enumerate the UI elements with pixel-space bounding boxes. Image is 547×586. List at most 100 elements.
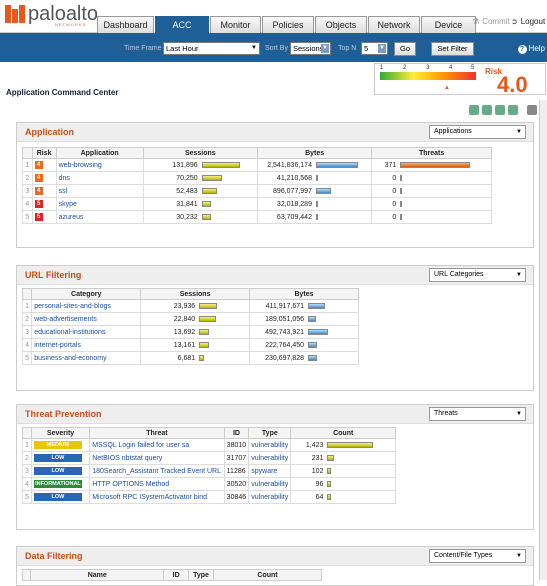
risk-pointer-icon: ▲: [444, 85, 450, 91]
column-header[interactable]: Category: [31, 288, 142, 300]
threat-link[interactable]: Microsoft RPC ISystemActivator bind: [89, 490, 225, 504]
value-cell: 23,936: [140, 299, 251, 313]
category-link[interactable]: educational-institutions: [31, 325, 142, 339]
threats-select[interactable]: Threats ▼: [429, 407, 526, 421]
top-n-select[interactable]: 5 ▼: [361, 42, 388, 55]
tab-policies[interactable]: Policies: [262, 16, 314, 33]
chevron-down-icon: ▼: [516, 553, 522, 559]
column-header[interactable]: Severity: [30, 427, 91, 439]
value-cell: 13,161: [140, 338, 251, 352]
panel-header: Threat Prevention Threats ▼: [17, 405, 533, 424]
value-text: 0: [392, 213, 397, 221]
column-header[interactable]: Risk: [31, 147, 57, 159]
column-header[interactable]: Type: [248, 427, 292, 439]
severity-badge: LOW: [33, 454, 82, 462]
column-header[interactable]: Sessions: [140, 288, 251, 300]
value-text: 31,841: [176, 200, 198, 208]
category-link[interactable]: web-advertisements: [31, 312, 142, 326]
tab-device[interactable]: Device: [421, 16, 476, 33]
column-header[interactable]: Threats: [371, 147, 492, 159]
column-header[interactable]: ID: [163, 569, 190, 581]
application-link[interactable]: azureus: [55, 210, 144, 224]
value-bar: [201, 161, 240, 168]
sort-by-select[interactable]: Sessions ▼: [290, 42, 331, 55]
logo-text: paloalto: [28, 3, 99, 25]
page-title: Application Command Center: [6, 88, 119, 97]
risk-icon: 4: [34, 174, 43, 182]
help-button[interactable]: ? Help: [517, 44, 545, 54]
table-row: 3 educational-institutions 13,692 492,743,9…: [21, 325, 359, 339]
table-row: 2 LOW NetBIOS nbtstat query 31707 vulnerabil…: [22, 451, 396, 465]
threat-link[interactable]: HTTP OPTIONS Method: [89, 477, 225, 491]
select-value: Applications: [434, 128, 472, 135]
column-header[interactable]: Sessions: [142, 147, 258, 159]
threats-cell: 371: [371, 158, 492, 172]
set-filter-button[interactable]: Set Filter: [431, 42, 474, 56]
value-text: 70,250: [176, 174, 198, 182]
tab-acc[interactable]: ACC: [155, 16, 209, 33]
row-number: 4: [21, 338, 33, 352]
application-link[interactable]: skype: [55, 197, 144, 211]
tab-dashboard[interactable]: Dashboard: [97, 16, 154, 33]
threat-link[interactable]: NetBIOS nbtstat query: [89, 451, 225, 465]
risk-icon: 5: [34, 200, 43, 208]
column-header[interactable]: Bytes: [249, 288, 359, 300]
application-link[interactable]: ssl: [55, 184, 144, 198]
tab-objects[interactable]: Objects: [315, 16, 367, 33]
risk-cell: 4: [31, 171, 57, 185]
column-header[interactable]: Count: [290, 427, 396, 439]
threat-type-link[interactable]: vulnerability: [248, 438, 292, 452]
threat-type-link[interactable]: vulnerability: [248, 490, 292, 504]
top-n-value: 5: [364, 44, 369, 53]
chevron-down-icon: ▼: [516, 411, 522, 417]
tab-monitor[interactable]: Monitor: [210, 16, 261, 33]
category-link[interactable]: internet-portals: [31, 338, 142, 352]
vertical-scrollbar[interactable]: [539, 100, 547, 580]
column-header[interactable]: Count: [212, 569, 323, 581]
report-icon[interactable]: [495, 105, 505, 115]
content-file-types-select[interactable]: Content/File Types ▼: [429, 549, 526, 563]
column-header[interactable]: Name: [30, 569, 165, 581]
threat-type-link[interactable]: vulnerability: [248, 477, 292, 491]
export-icon[interactable]: [482, 105, 492, 115]
header-row: Category Sessions Bytes: [21, 288, 359, 300]
risk-tick: 2: [403, 65, 407, 71]
column-header[interactable]: ID: [223, 427, 250, 439]
threat-type-link[interactable]: spyware: [248, 464, 292, 478]
time-frame-select[interactable]: Last Hour ▼: [163, 42, 260, 55]
row-number: 2: [22, 451, 32, 465]
threat-type-link[interactable]: vulnerability: [248, 451, 292, 465]
value-bar: [199, 341, 210, 348]
threat-link[interactable]: MSSQL Login failed for user sa: [89, 438, 225, 452]
column-header[interactable]: Threat: [89, 427, 225, 439]
report-icon[interactable]: [508, 105, 518, 115]
column-header[interactable]: Bytes: [256, 147, 373, 159]
value-text: 22,840: [173, 315, 196, 323]
refresh-icon[interactable]: [469, 105, 479, 115]
logout-button[interactable]: ➲ Logout: [511, 17, 545, 26]
go-button[interactable]: Go: [394, 42, 416, 56]
application-link[interactable]: dns: [55, 171, 144, 185]
severity-cell: MEDIUM: [30, 438, 91, 452]
row-number: 1: [22, 438, 32, 452]
value-text: 6,681: [177, 354, 196, 362]
application-link[interactable]: web-browsing: [55, 158, 144, 172]
category-link[interactable]: business-and-economy: [31, 351, 142, 365]
commit-button[interactable]: ⚗ Commit: [472, 17, 510, 26]
row-number: 2: [21, 312, 33, 326]
url-categories-select[interactable]: URL Categories ▼: [429, 268, 526, 282]
applications-select[interactable]: Applications ▼: [429, 125, 526, 139]
value-cell: 6,681: [140, 351, 251, 365]
count-cell: 1,423: [290, 438, 396, 452]
severity-badge: LOW: [33, 467, 82, 475]
tab-network[interactable]: Network: [368, 16, 420, 33]
value-cell: 30,232: [142, 210, 258, 224]
risk-cell: 4: [31, 184, 57, 198]
value-bar: [199, 315, 217, 322]
threat-link[interactable]: 180Search_Assistant Tracked Event URL: [89, 464, 225, 478]
column-header[interactable]: Application: [55, 147, 144, 159]
column-header[interactable]: Type: [188, 569, 214, 581]
print-icon[interactable]: [527, 105, 537, 115]
category-link[interactable]: personal-sites-and-blogs: [31, 299, 142, 313]
threats-cell: 0: [371, 197, 492, 211]
